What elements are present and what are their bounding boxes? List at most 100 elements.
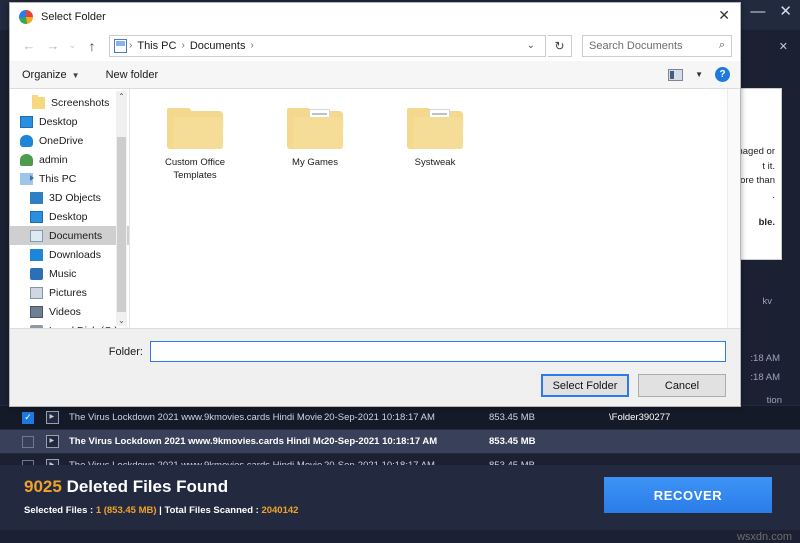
table-row[interactable]: ✓ The Virus Lockdown 2021 www.9kmovies.c… xyxy=(0,405,800,429)
sidebar-item-documents[interactable]: Documents xyxy=(10,226,129,245)
close-icon[interactable]: ✕ xyxy=(779,4,792,19)
deleted-files-title: 9025 Deleted Files Found xyxy=(24,477,228,497)
sidebar-item-desktop[interactable]: Desktop xyxy=(10,112,129,131)
select-folder-dialog: Select Folder ✕ ← → ⌄ ↑ › This PC › Docu… xyxy=(9,2,741,407)
scroll-down-icon[interactable]: ⌄ xyxy=(116,315,127,326)
video-file-icon xyxy=(46,435,59,448)
breadcrumb-documents[interactable]: Documents xyxy=(185,40,251,52)
sidebar-item-admin[interactable]: admin xyxy=(10,150,129,169)
folder-input-row: Folder: xyxy=(10,329,740,362)
total-scanned-label: Total Files Scanned : xyxy=(164,505,262,516)
file-date: 20-Sep-2021 10:18:17 AM xyxy=(324,412,435,423)
sidebar-item-label: admin xyxy=(39,153,68,166)
sidebar-item-music[interactable]: Music xyxy=(10,264,129,283)
sidebar-item-desktop-child[interactable]: Desktop xyxy=(10,207,129,226)
sidebar-item-label: Documents xyxy=(49,229,103,242)
app-logo-icon xyxy=(19,9,33,24)
breadcrumb-this-pc[interactable]: This PC xyxy=(132,40,181,52)
search-icon[interactable]: ⌕ xyxy=(719,39,725,52)
video-file-icon xyxy=(46,411,59,424)
sidebar-item-pictures[interactable]: Pictures xyxy=(10,283,129,302)
music-icon xyxy=(30,267,43,280)
recent-locations-icon[interactable]: ⌄ xyxy=(66,35,79,57)
file-name: The Virus Lockdown 2021 www.9kmovies.car… xyxy=(69,412,324,423)
minimize-icon[interactable]: — xyxy=(750,4,765,19)
folder-icon xyxy=(407,103,464,149)
search-box[interactable]: Search Documents ⌕ xyxy=(582,34,732,57)
sidebar-item-label: Screenshots xyxy=(51,96,110,109)
pictures-icon xyxy=(30,286,43,299)
sidebar-item-screenshots[interactable]: Screenshots xyxy=(10,93,129,112)
toolbar-right-group: ▼ ? xyxy=(668,67,730,82)
organize-button[interactable]: Organize ▼ xyxy=(22,69,80,81)
folder-label: Systweak xyxy=(414,157,456,168)
sidebar-item-onedrive[interactable]: OneDrive xyxy=(10,131,129,150)
scroll-up-icon[interactable]: ⌃ xyxy=(116,91,127,102)
sub-close-icon[interactable]: ✕ xyxy=(779,40,788,53)
sidebar-item-downloads[interactable]: Downloads xyxy=(10,245,129,264)
folder-content-pane: Custom Office Templates My Games Systwea… xyxy=(130,89,740,328)
folder-item-systweak[interactable]: Systweak xyxy=(390,103,480,170)
row-checkbox[interactable]: ✓ xyxy=(22,411,34,424)
videos-icon xyxy=(30,305,43,318)
help-icon[interactable]: ? xyxy=(715,67,730,82)
sidebar-item-label: Music xyxy=(49,267,77,280)
sidebar-item-label: This PC xyxy=(39,172,77,185)
organize-label: Organize xyxy=(22,68,67,81)
file-date: 20-Sep-2021 10:18:17 AM xyxy=(324,436,438,447)
sidebar-item-label: Desktop xyxy=(39,115,78,128)
sidebar-item-label: 3D Objects xyxy=(49,191,101,204)
cube-icon xyxy=(30,191,43,204)
chevron-down-icon[interactable]: ▼ xyxy=(695,70,703,79)
file-size: 853.45 MB xyxy=(489,412,535,423)
content-scrollbar[interactable] xyxy=(727,89,740,328)
recover-button[interactable]: RECOVER xyxy=(604,477,772,513)
file-size: 853.45 MB xyxy=(489,436,536,447)
cancel-button[interactable]: Cancel xyxy=(638,374,726,397)
sidebar-item-local-disk-c[interactable]: Local Disk (C:) xyxy=(10,321,129,328)
refresh-icon[interactable]: ↻ xyxy=(548,34,572,57)
dialog-toolbar: Organize ▼ New folder ▼ ? xyxy=(10,61,740,89)
computer-icon xyxy=(20,172,34,185)
nav-pane-scrollbar[interactable]: ⌃ ⌄ xyxy=(116,91,127,326)
folder-icon xyxy=(167,103,224,149)
folder-icon xyxy=(32,94,45,109)
folder-label: My Games xyxy=(292,157,338,168)
download-icon xyxy=(30,248,43,261)
sidebar-item-this-pc[interactable]: This PC xyxy=(10,169,129,188)
documents-icon xyxy=(30,229,43,242)
deleted-files-label: Deleted Files Found xyxy=(66,477,229,496)
row-checkbox[interactable] xyxy=(22,435,34,448)
folder-field-label: Folder: xyxy=(108,345,143,358)
sidebar-item-label: Desktop xyxy=(49,210,88,223)
crumb-separator: › xyxy=(250,40,254,51)
this-pc-icon xyxy=(114,38,127,53)
app-window-controls: — ✕ xyxy=(750,4,792,19)
right-stub-time-2: :18 AM xyxy=(750,372,780,383)
sidebar-item-3d-objects[interactable]: 3D Objects xyxy=(10,188,129,207)
sidebar-item-label: Videos xyxy=(49,305,81,318)
chevron-down-icon: ▼ xyxy=(71,70,80,80)
search-placeholder: Search Documents xyxy=(589,39,683,52)
watermark: wsxdn.com xyxy=(736,531,792,543)
address-bar[interactable]: › This PC › Documents › ⌄ xyxy=(109,34,546,57)
change-view-icon[interactable] xyxy=(668,68,684,81)
status-bar: 9025 Deleted Files Found Selected Files … xyxy=(0,465,800,530)
select-folder-button[interactable]: Select Folder xyxy=(541,374,629,397)
sidebar-item-label: Downloads xyxy=(49,248,101,261)
table-row[interactable]: The Virus Lockdown 2021 www.9kmovies.car… xyxy=(0,429,800,453)
forward-icon[interactable]: → xyxy=(42,35,64,57)
folder-item-my-games[interactable]: My Games xyxy=(270,103,360,170)
new-folder-button[interactable]: New folder xyxy=(106,69,159,81)
folder-label: Custom Office Templates xyxy=(164,157,225,181)
up-icon[interactable]: ↑ xyxy=(81,35,103,57)
sidebar-item-videos[interactable]: Videos xyxy=(10,302,129,321)
scrollbar-thumb[interactable] xyxy=(117,137,126,312)
back-icon[interactable]: ← xyxy=(18,35,40,57)
folder-input[interactable] xyxy=(150,341,726,362)
folder-item-custom-office-templates[interactable]: Custom Office Templates xyxy=(150,103,240,183)
chevron-down-icon[interactable]: ⌄ xyxy=(521,40,541,51)
dialog-close-icon[interactable]: ✕ xyxy=(718,8,730,22)
selected-files-label: Selected Files : xyxy=(24,505,96,516)
total-scanned-value: 2040142 xyxy=(261,505,299,516)
